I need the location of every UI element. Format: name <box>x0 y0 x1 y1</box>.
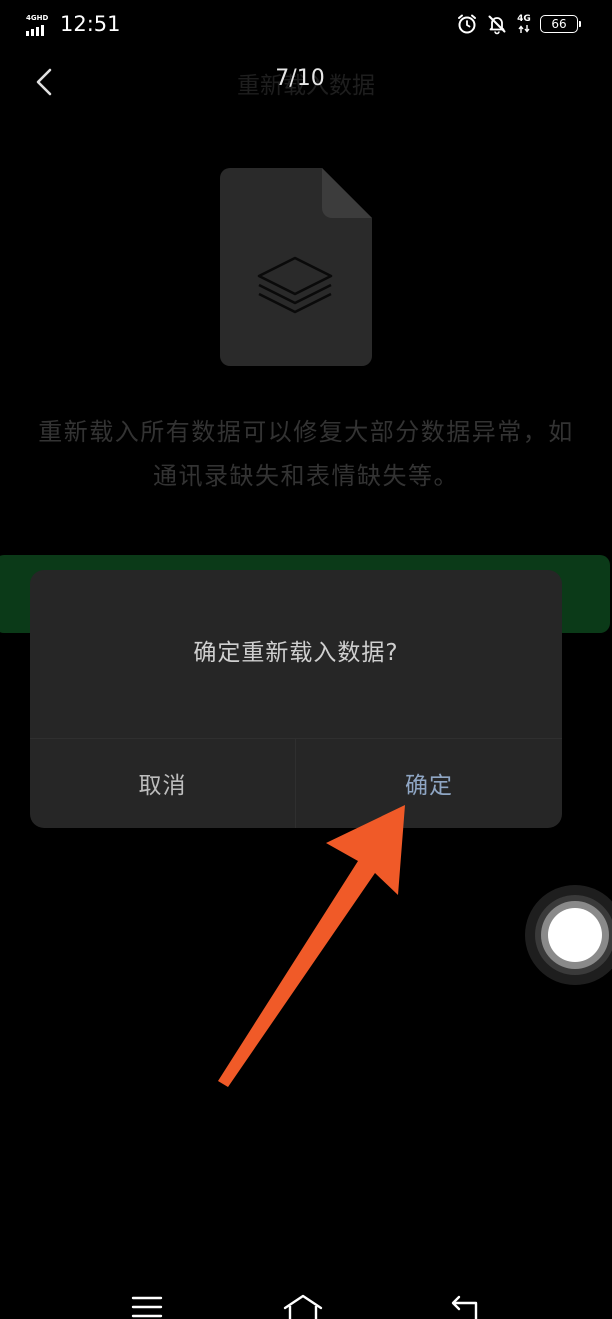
battery-icon: 66 <box>540 15 581 33</box>
status-bar: 4GHD 12:51 4G 66 <box>0 0 612 50</box>
status-right: 4G 66 <box>456 13 581 35</box>
battery-level: 66 <box>551 17 567 31</box>
assistive-touch-icon[interactable] <box>525 885 612 985</box>
signal-icon: 4GHD <box>26 14 54 36</box>
description-line-2: 通讯录缺失和表情缺失等。 <box>153 462 459 490</box>
confirm-dialog: 确定重新载入数据? 取消 确定 <box>30 570 562 828</box>
back-icon[interactable] <box>448 1293 482 1319</box>
battery-tip <box>578 21 581 27</box>
alarm-icon <box>458 14 476 34</box>
pointer-arrow-icon <box>218 805 405 1087</box>
network-label: 4GHD <box>26 14 49 22</box>
bell-off-icon <box>488 15 506 35</box>
mobile-data-icon: 4G <box>516 13 532 34</box>
assist-core <box>548 908 602 962</box>
home-icon[interactable] <box>282 1293 324 1319</box>
description-line-1: 重新载入所有数据可以修复大部分数据异常，如 <box>38 418 574 446</box>
navigation-bar <box>0 1275 612 1319</box>
signal-bars <box>26 25 44 36</box>
mobile-data-label: 4G <box>517 13 531 24</box>
dialog-message: 确定重新载入数据? <box>193 640 399 666</box>
layers-file-icon <box>220 168 372 366</box>
screen: 4GHD 12:51 4G 66 重新载入数据 7/10 重新载入所有数据可以修… <box>0 0 612 1319</box>
description-text: 重新载入所有数据可以修复大部分数据异常，如 通讯录缺失和表情缺失等。 <box>0 410 612 498</box>
status-left: 4GHD 12:51 <box>26 12 121 36</box>
menu-icon[interactable] <box>130 1295 164 1319</box>
data-arrows-icon <box>518 24 530 33</box>
page-counter: 7/10 <box>275 66 325 91</box>
status-time: 12:51 <box>60 12 121 36</box>
